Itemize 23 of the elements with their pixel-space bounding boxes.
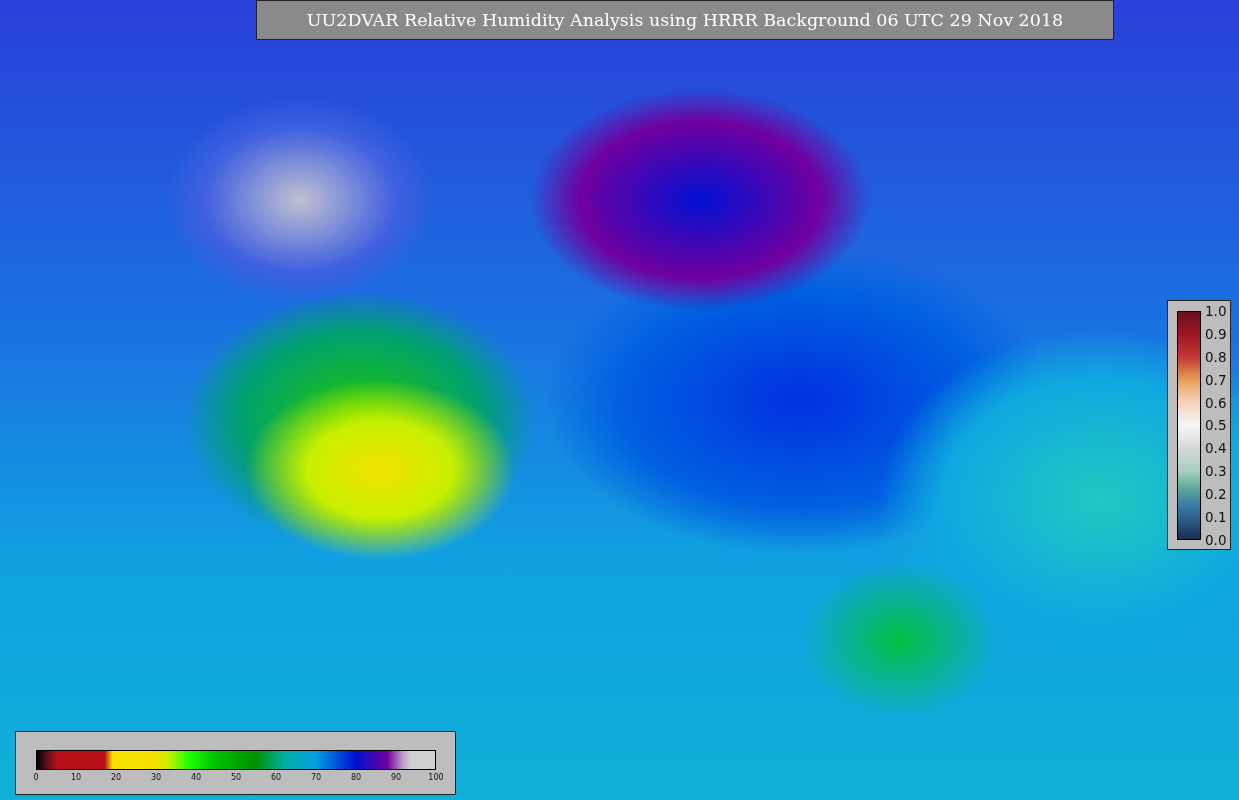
scale-label: 20 bbox=[110, 773, 122, 782]
chart-title: UU2DVAR Relative Humidity Analysis using HRRR Background 06 UTC 29 Nov 2018 bbox=[256, 0, 1114, 40]
scale-label: 0.1 bbox=[1205, 509, 1227, 525]
scale-label: 40 bbox=[190, 773, 202, 782]
scale-label: 0.3 bbox=[1205, 463, 1227, 480]
scale-label: 50 bbox=[230, 773, 242, 782]
scale-label: 30 bbox=[150, 773, 162, 782]
scale-label: 0.8 bbox=[1205, 348, 1227, 365]
scale-label: 70 bbox=[310, 773, 322, 782]
scale-label: 0.0 bbox=[1205, 531, 1227, 548]
scale-label: 0.6 bbox=[1205, 394, 1227, 411]
scale-label: 0.9 bbox=[1205, 325, 1227, 342]
scale-label: 0.4 bbox=[1205, 440, 1227, 457]
scale-label: 1.0 bbox=[1205, 303, 1227, 319]
scale-label: 0.7 bbox=[1205, 371, 1227, 388]
scale-label: 10 bbox=[70, 773, 82, 782]
scale-label: 60 bbox=[270, 773, 282, 782]
scale-label: 80 bbox=[350, 773, 362, 782]
scale-label: 0.2 bbox=[1205, 486, 1227, 503]
scale-label: 90 bbox=[390, 773, 402, 782]
scale-label: 100 bbox=[428, 773, 444, 782]
scale-label: 0.5 bbox=[1205, 417, 1227, 434]
scale-label: 0 bbox=[33, 773, 39, 782]
